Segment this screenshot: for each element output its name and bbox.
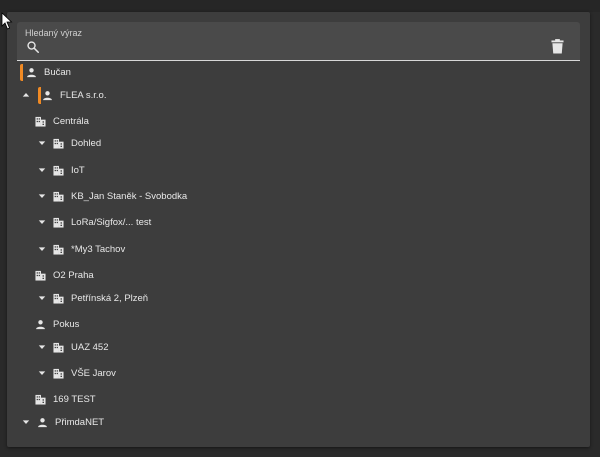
expand-caret-icon[interactable]: [37, 342, 47, 352]
tree-node-p-imdanet[interactable]: PřimdaNET: [21, 413, 104, 431]
tree-node-lora-sigfox-test[interactable]: LoRa/Sigfox/... test: [37, 213, 151, 231]
selected-marker: [20, 64, 23, 81]
tree-node-label: FLEA s.r.o.: [60, 89, 107, 101]
tree-node-dohled[interactable]: Dohled: [37, 134, 101, 152]
tree-node-flea-s-r-o[interactable]: FLEA s.r.o.: [21, 86, 106, 104]
tree-node-pokus[interactable]: Pokus: [35, 315, 79, 333]
tree-node-iot[interactable]: IoT: [37, 161, 85, 179]
top-bar: [0, 0, 600, 12]
tree-node-centr-la[interactable]: Centrála: [35, 112, 89, 130]
building-icon: [53, 368, 64, 379]
tree-panel: Hledaný výraz Bučan FLEA s.r.o. Centrála Do…: [7, 12, 590, 447]
building-icon: [53, 244, 64, 255]
building-icon: [53, 342, 64, 353]
tree-node-label: LoRa/Sigfox/... test: [71, 216, 152, 228]
expand-caret-icon[interactable]: [37, 217, 47, 227]
tree-view: Bučan FLEA s.r.o. Centrála Dohled IoT KB_Jan …: [7, 12, 590, 447]
tree-node-label: KB_Jan Staněk - Svobodka: [71, 190, 188, 202]
building-icon: [35, 270, 46, 281]
tree-node-v-e-jarov[interactable]: VŠE Jarov: [37, 364, 116, 382]
building-icon: [53, 293, 64, 304]
expand-caret-icon[interactable]: [37, 138, 47, 148]
tree-node-label: Bučan: [44, 66, 71, 78]
tree-node-169-test[interactable]: 169 TEST: [35, 390, 96, 408]
tree-node-label: O2 Praha: [53, 269, 94, 281]
building-icon: [35, 116, 46, 127]
expand-caret-icon[interactable]: [37, 191, 47, 201]
collapse-caret-icon[interactable]: [21, 90, 31, 100]
person-icon: [26, 67, 37, 78]
expand-caret-icon[interactable]: [21, 417, 31, 427]
tree-node-label: Pokus: [53, 318, 80, 330]
selected-marker: [38, 87, 41, 104]
tree-node-label: 169 TEST: [53, 393, 96, 405]
expand-caret-icon[interactable]: [37, 293, 47, 303]
expand-caret-icon[interactable]: [37, 368, 47, 378]
tree-node-pet-nsk-2-plze[interactable]: Petřínská 2, Plzeň: [37, 289, 148, 307]
building-icon: [53, 138, 64, 149]
tree-node-label: PřimdaNET: [55, 416, 105, 428]
building-icon: [35, 394, 46, 405]
building-icon: [53, 191, 64, 202]
person-icon: [42, 90, 53, 101]
person-icon: [35, 319, 46, 330]
tree-node-kb-jan-stan-k-svobodka[interactable]: KB_Jan Staněk - Svobodka: [37, 187, 187, 205]
tree-node-o2-praha[interactable]: O2 Praha: [35, 266, 94, 284]
tree-node-my3-tachov[interactable]: *My3 Tachov: [37, 240, 125, 258]
building-icon: [53, 217, 64, 228]
tree-node-label: Dohled: [71, 137, 102, 149]
tree-node-label: UAZ 452: [71, 341, 109, 353]
tree-node-label: Petřínská 2, Plzeň: [71, 292, 149, 304]
tree-node-bu-an[interactable]: Bučan: [20, 63, 71, 81]
tree-node-label: IoT: [71, 164, 85, 176]
tree-node-label: Centrála: [53, 115, 89, 127]
mouse-cursor-icon: [1, 12, 13, 30]
expand-caret-icon[interactable]: [37, 165, 47, 175]
person-icon: [37, 417, 48, 428]
building-icon: [53, 165, 64, 176]
tree-node-label: *My3 Tachov: [71, 243, 126, 255]
tree-node-label: VŠE Jarov: [71, 367, 116, 379]
expand-caret-icon[interactable]: [37, 244, 47, 254]
tree-node-uaz-452[interactable]: UAZ 452: [37, 338, 109, 356]
